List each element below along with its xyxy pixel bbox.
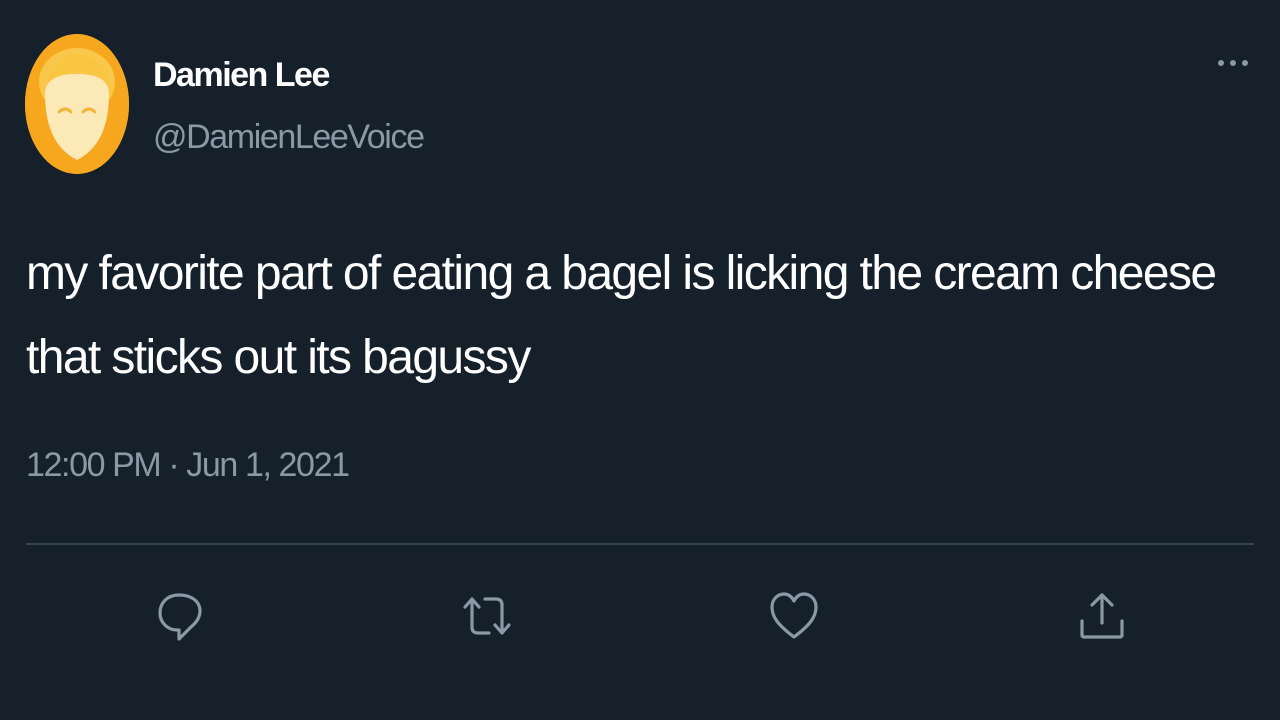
tweet-timestamp: 12:00 PM · Jun 1, 2021 (26, 446, 350, 485)
retweet-button[interactable] (457, 586, 517, 646)
tweet-text: my favorite part of eating a bagel is li… (26, 247, 1217, 384)
share-icon (1080, 593, 1124, 639)
tweet-date[interactable]: Jun 1, 2021 (186, 446, 350, 485)
like-button[interactable] (764, 586, 824, 646)
more-options-button[interactable] (1210, 44, 1256, 82)
divider (26, 543, 1254, 545)
avatar[interactable] (25, 34, 129, 174)
reply-button[interactable] (150, 586, 210, 646)
tweet-card: Damien Lee @DamienLeeVoice my favorite p… (0, 0, 1280, 720)
tweet-time[interactable]: 12:00 PM (26, 446, 162, 485)
more-horizontal-icon (1218, 60, 1248, 66)
share-button[interactable] (1072, 586, 1132, 646)
retweet-icon (463, 597, 511, 635)
timestamp-separator: · (168, 446, 179, 484)
heart-icon (770, 592, 818, 639)
author-display-name[interactable]: Damien Lee (153, 56, 330, 95)
reply-icon (158, 593, 202, 641)
avatar-illustration (25, 34, 129, 174)
author-handle[interactable]: @DamienLeeVoice (153, 118, 425, 157)
